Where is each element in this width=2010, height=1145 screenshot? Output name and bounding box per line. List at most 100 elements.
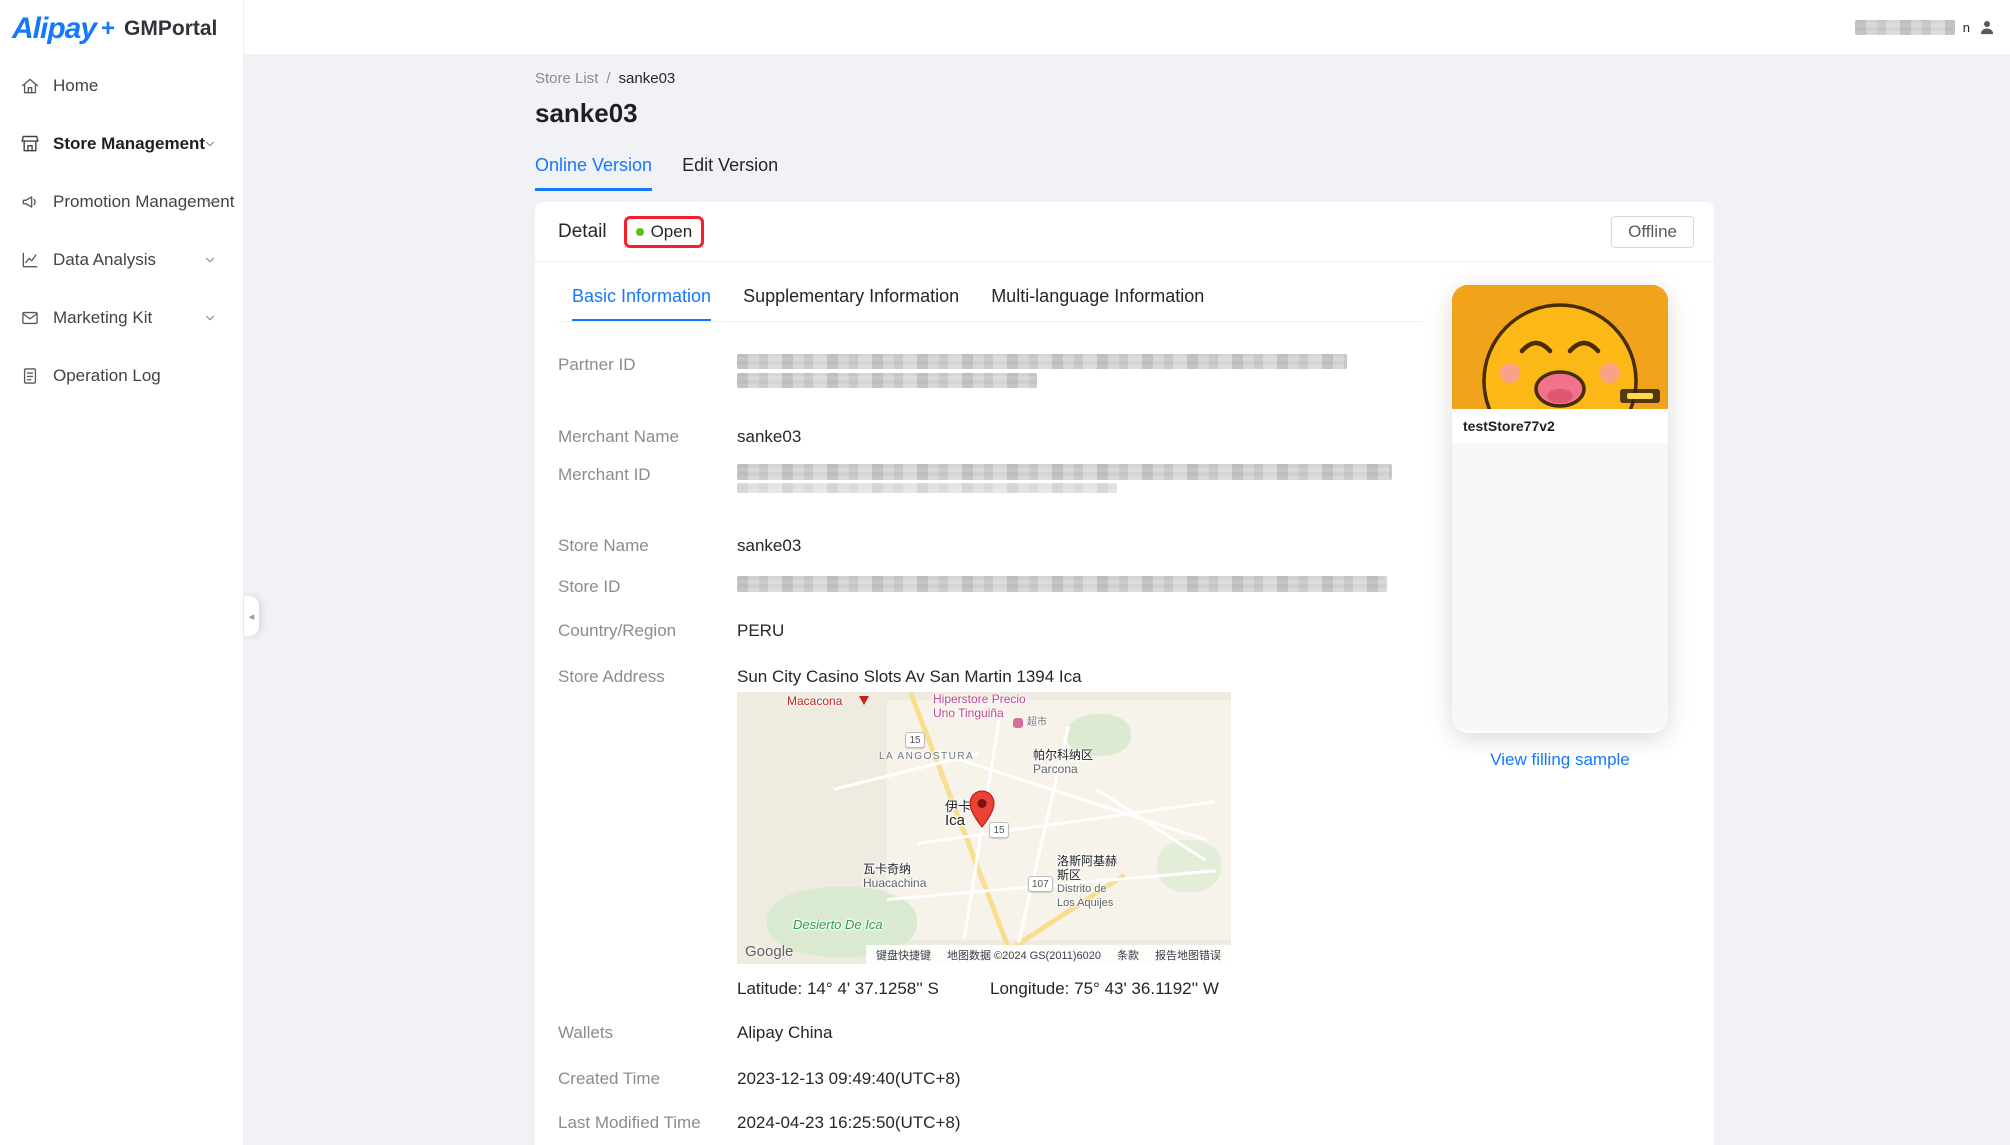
map-label-la-angostura: LA ANGOSTURA (879, 750, 974, 764)
chevron-down-icon (203, 311, 217, 325)
status-green-dot-icon (636, 228, 644, 236)
sidebar-item-label: Store Management (53, 134, 205, 154)
tab-online-version[interactable]: Online Version (535, 154, 652, 191)
sidebar-item-label: Home (53, 76, 98, 96)
field-created-time: Created Time 2023-12-13 09:49:40(UTC+8) (558, 1068, 961, 1089)
store-icon (20, 134, 40, 154)
tab-basic-information[interactable]: Basic Information (572, 286, 711, 321)
sidebar-item-label: Marketing Kit (53, 308, 152, 328)
redacted-block (737, 354, 1347, 369)
alipay-plus-icon: + (101, 15, 115, 43)
document-icon (20, 366, 40, 386)
sidebar-item-store-management[interactable]: Store Management (0, 115, 243, 173)
store-location-map[interactable]: Macacona Hiperstore Precio Uno Tinguiña … (737, 692, 1231, 964)
town-name-en: Huacachina (863, 876, 926, 890)
main-content: Store List / sanke03 sanke03 Online Vers… (535, 54, 1714, 1145)
field-value: 2024-04-23 16:25:50(UTC+8) (737, 1112, 961, 1133)
view-filling-sample-link[interactable]: View filling sample (1452, 750, 1668, 770)
redacted-block (737, 464, 1392, 480)
field-label: Created Time (558, 1068, 737, 1089)
detail-title: Detail (558, 221, 607, 243)
map-flag-marker-icon (859, 696, 869, 705)
preview-store-name: testStore77v2 (1452, 409, 1668, 443)
sidebar-item-marketing-kit[interactable]: Marketing Kit (0, 289, 243, 347)
breadcrumb-store-list[interactable]: Store List (535, 70, 598, 87)
field-country-region: Country/Region PERU (558, 620, 784, 641)
sidebar-item-promotion-management[interactable]: Promotion Management (0, 173, 243, 231)
sidebar-item-data-analysis[interactable]: Data Analysis (0, 231, 243, 289)
information-tabs: Basic Information Supplementary Informat… (558, 286, 1423, 322)
town-name-zh: 瓦卡奇纳 (863, 862, 926, 876)
field-wallets: Wallets Alipay China (558, 1022, 832, 1043)
field-label: Partner ID (558, 354, 737, 375)
district-name-zh: 帕尔科纳区 (1033, 748, 1093, 762)
user-account-area[interactable]: n (1855, 0, 1996, 54)
field-merchant-id: Merchant ID (558, 464, 1392, 493)
latitude-value: Latitude: 14° 4' 37.1258'' S (737, 978, 990, 999)
field-label: Last Modified Time (558, 1112, 737, 1133)
route-shield-107: 107 (1028, 876, 1053, 892)
field-label: Merchant Name (558, 426, 737, 447)
redacted-store-id (737, 576, 1387, 592)
field-store-name: Store Name sanke03 (558, 535, 801, 556)
tab-edit-version[interactable]: Edit Version (682, 154, 778, 191)
map-label-ica: 伊卡 Ica (945, 800, 971, 828)
sidebar-nav: Home Store Management Promotion Manageme… (0, 57, 243, 405)
map-label-desierto: Desierto De Ica (793, 918, 883, 932)
tab-multi-language-information[interactable]: Multi-language Information (991, 286, 1204, 321)
longitude-value: Longitude: 75° 43' 36.1192'' W (990, 978, 1219, 999)
route-shield-15: 15 (989, 822, 1009, 838)
top-bar: n (244, 0, 2010, 54)
field-value: PERU (737, 620, 784, 641)
offline-button[interactable]: Offline (1611, 216, 1694, 248)
field-label: Store ID (558, 576, 737, 597)
field-store-address: Store Address Sun City Casino Slots Av S… (558, 666, 1082, 687)
field-value: Alipay China (737, 1022, 832, 1043)
report-error-link[interactable]: 报告地图错误 (1155, 947, 1221, 963)
supermarket-poi-icon (1013, 718, 1023, 728)
user-avatar-icon[interactable] (1978, 18, 1996, 36)
preview-body (1452, 443, 1668, 731)
route-shield-15: 15 (905, 732, 925, 748)
map-data-text: 地图数据 ©2024 GS(2011)6020 (947, 947, 1101, 963)
poi-name-line2: Uno Tinguiña (933, 706, 1026, 720)
field-label: Country/Region (558, 620, 737, 641)
version-tabs: Online Version Edit Version (535, 154, 778, 191)
sidebar-item-operation-log[interactable]: Operation Log (0, 347, 243, 405)
detail-card-header: Detail Open Offline (535, 202, 1714, 262)
breadcrumb-separator: / (606, 70, 610, 87)
field-label: Merchant ID (558, 464, 737, 485)
alipay-logo-text: Alipay (12, 12, 96, 46)
chevron-down-icon (203, 195, 217, 209)
keyboard-shortcuts-link[interactable]: 键盘快捷键 (876, 947, 931, 963)
google-logo: Google (745, 943, 793, 960)
status-badge: Open (651, 222, 693, 242)
map-attribution: 键盘快捷键 地图数据 ©2024 GS(2011)6020 条款 报告地图错误 (866, 945, 1231, 964)
field-value: 2023-12-13 09:49:40(UTC+8) (737, 1068, 961, 1089)
tab-supplementary-information[interactable]: Supplementary Information (743, 286, 959, 321)
breadcrumb: Store List / sanke03 (535, 70, 675, 87)
image-badge (1620, 389, 1660, 403)
store-preview-image (1452, 285, 1668, 409)
field-value: sanke03 (737, 426, 801, 447)
district-name-en: Parcona (1033, 762, 1093, 776)
sidebar-item-home[interactable]: Home (0, 57, 243, 115)
city-name-en: Ica (945, 814, 971, 828)
chevron-down-icon (203, 137, 217, 151)
field-value: sanke03 (737, 535, 801, 556)
redacted-partner-id (737, 354, 1347, 388)
product-name: GMPortal (124, 17, 217, 41)
redacted-user-name (1855, 20, 1955, 35)
sidebar: Alipay+ GMPortal Home Store Management P… (0, 0, 244, 1145)
coordinates-row: Latitude: 14° 4' 37.1258'' S Longitude: … (737, 978, 1219, 999)
map-label-parcona: 帕尔科纳区 Parcona (1033, 748, 1093, 776)
mail-icon (20, 308, 40, 328)
field-label: Wallets (558, 1022, 737, 1043)
sidebar-collapse-handle[interactable]: ◂ (244, 596, 259, 636)
megaphone-icon (20, 192, 40, 212)
poi-name-line1: Hiperstore Precio (933, 692, 1026, 706)
terms-link[interactable]: 条款 (1117, 947, 1139, 963)
breadcrumb-current: sanke03 (619, 70, 676, 87)
alipay-gmportal-logo: Alipay+ GMPortal (12, 12, 217, 46)
map-label-supermarket: 超市 (1027, 716, 1047, 730)
